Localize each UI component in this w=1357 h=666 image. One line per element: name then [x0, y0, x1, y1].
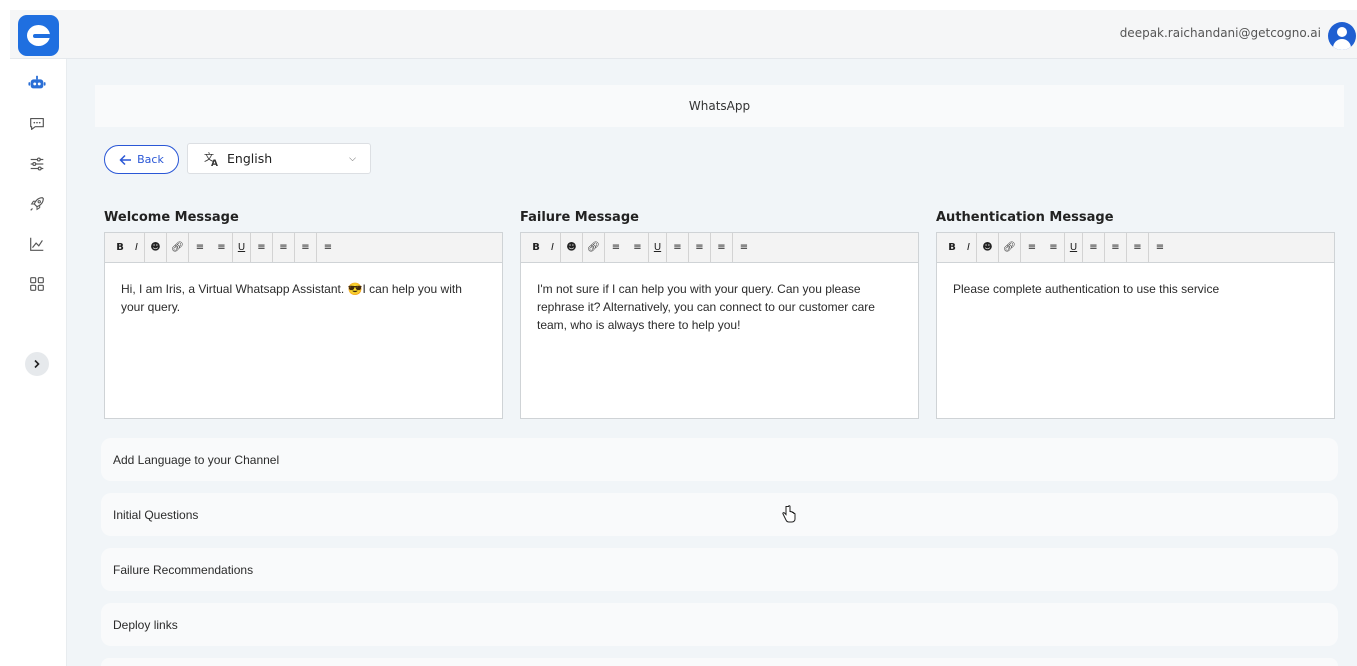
italic-button[interactable]: I [545, 233, 561, 262]
brand-logo[interactable] [18, 15, 59, 56]
sidebar [10, 59, 67, 666]
accordion-failure-recommendations[interactable]: Failure Recommendations [101, 548, 1338, 591]
authentication-message-text[interactable]: Please complete authentication to use th… [936, 263, 1335, 419]
underline-button[interactable]: U [649, 233, 667, 262]
bold-button[interactable]: B [111, 233, 129, 262]
numbered-list-icon[interactable]: ≡ [627, 233, 649, 262]
top-header: deepak.raichandani@getcogno.ai [10, 10, 1357, 59]
failure-message-text[interactable]: I'm not sure if I can help you with your… [520, 263, 919, 419]
align-left-icon[interactable]: ≡ [667, 233, 689, 262]
underline-button[interactable]: U [233, 233, 251, 262]
align-right-icon[interactable]: ≡ [1127, 233, 1149, 262]
failure-message-editor: Failure Message B I ☻ 🔗︎ ≡ ≡ U ≡ ≡ ≡ ≡ I… [520, 210, 919, 419]
welcome-message-editor: Welcome Message B I ☻ 🔗︎ ≡ ≡ U ≡ ≡ ≡ ≡ H… [104, 210, 503, 419]
language-select-value: English [227, 151, 273, 166]
editor-label: Welcome Message [104, 210, 239, 225]
back-button-label: Back [137, 153, 164, 166]
align-center-icon[interactable]: ≡ [1105, 233, 1127, 262]
italic-button[interactable]: I [961, 233, 977, 262]
align-left-icon[interactable]: ≡ [1083, 233, 1105, 262]
sliders-icon[interactable] [27, 154, 47, 174]
accordion-label: Add Language to your Channel [113, 452, 280, 467]
language-select[interactable]: 文A English ⌵ [187, 143, 371, 174]
numbered-list-icon[interactable]: ≡ [1043, 233, 1065, 262]
italic-button[interactable]: I [129, 233, 145, 262]
emoji-icon[interactable]: ☻ [977, 233, 999, 262]
welcome-message-text[interactable]: Hi, I am Iris, a Virtual Whatsapp Assist… [104, 263, 503, 419]
user-email: deepak.raichandani@getcogno.ai [1119, 26, 1321, 40]
bold-button[interactable]: B [527, 233, 545, 262]
accordion-label: Failure Recommendations [113, 562, 254, 577]
accordion-add-language[interactable]: Add Language to your Channel [101, 438, 1338, 481]
align-right-icon[interactable]: ≡ [711, 233, 733, 262]
link-icon[interactable]: 🔗︎ [999, 233, 1021, 262]
align-justify-icon[interactable]: ≡ [317, 233, 339, 262]
align-justify-icon[interactable]: ≡ [733, 233, 755, 262]
emoji-icon[interactable]: ☻ [561, 233, 583, 262]
rocket-icon[interactable] [27, 194, 47, 214]
bullet-list-icon[interactable]: ≡ [1021, 233, 1043, 262]
apps-grid-icon[interactable] [27, 274, 47, 294]
align-justify-icon[interactable]: ≡ [1149, 233, 1171, 262]
editor-label: Authentication Message [936, 210, 1114, 225]
accordion-initial-questions[interactable]: Initial Questions [101, 493, 1338, 536]
bullet-list-icon[interactable]: ≡ [605, 233, 627, 262]
numbered-list-icon[interactable]: ≡ [211, 233, 233, 262]
accordion-label: Deploy links [113, 617, 178, 632]
align-center-icon[interactable]: ≡ [273, 233, 295, 262]
translate-icon: 文A [204, 151, 218, 167]
page-title: WhatsApp [95, 85, 1344, 127]
editor-toolbar: B I ☻ 🔗︎ ≡ ≡ U ≡ ≡ ≡ ≡ [104, 232, 503, 263]
chat-icon[interactable] [27, 114, 47, 134]
chevron-right-icon [34, 359, 40, 369]
align-left-icon[interactable]: ≡ [251, 233, 273, 262]
authentication-message-editor: Authentication Message B I ☻ 🔗︎ ≡ ≡ U ≡ … [936, 210, 1335, 419]
bot-icon[interactable] [27, 73, 47, 93]
editor-label: Failure Message [520, 210, 639, 225]
user-avatar-icon[interactable] [1328, 22, 1356, 50]
link-icon[interactable]: 🔗︎ [167, 233, 189, 262]
chevron-down-icon: ⌵ [349, 154, 356, 164]
accordion-deploy-links[interactable]: Deploy links [101, 603, 1338, 646]
bold-button[interactable]: B [943, 233, 961, 262]
app-window: deepak.raichandani@getcogno.ai WhatsApp [10, 10, 1357, 666]
link-icon[interactable]: 🔗︎ [583, 233, 605, 262]
accordion-next-partial[interactable] [101, 658, 1338, 666]
align-center-icon[interactable]: ≡ [689, 233, 711, 262]
underline-button[interactable]: U [1065, 233, 1083, 262]
editor-toolbar: B I ☻ 🔗︎ ≡ ≡ U ≡ ≡ ≡ ≡ [520, 232, 919, 263]
accordion-label: Initial Questions [113, 507, 199, 522]
back-button[interactable]: Back [104, 145, 179, 174]
arrow-left-icon [119, 154, 132, 165]
hand-pointer-icon [782, 505, 796, 523]
editor-toolbar: B I ☻ 🔗︎ ≡ ≡ U ≡ ≡ ≡ ≡ [936, 232, 1335, 263]
emoji-icon[interactable]: ☻ [145, 233, 167, 262]
align-right-icon[interactable]: ≡ [295, 233, 317, 262]
sidebar-expand-button[interactable] [25, 352, 49, 376]
svg-text:A: A [211, 159, 218, 167]
bullet-list-icon[interactable]: ≡ [189, 233, 211, 262]
analytics-icon[interactable] [27, 234, 47, 254]
